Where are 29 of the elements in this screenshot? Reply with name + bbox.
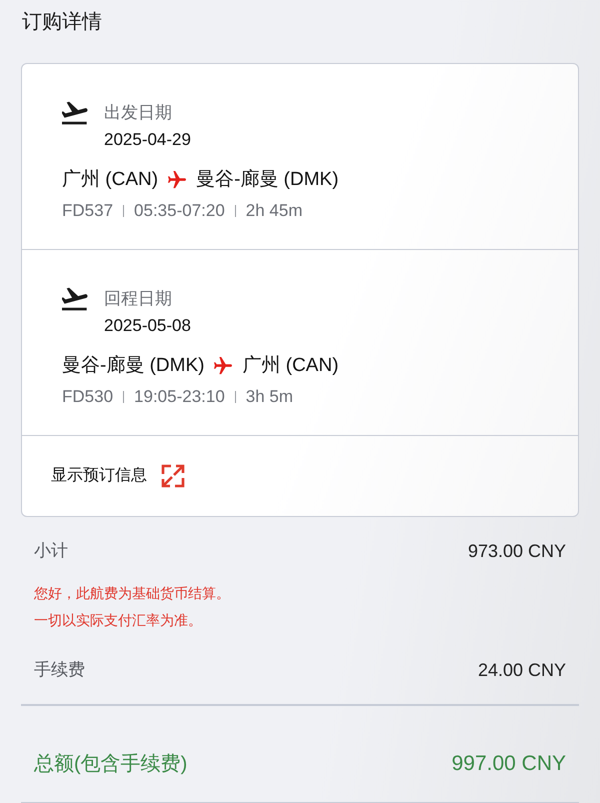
flight-number: FD537 xyxy=(62,200,114,222)
flight-times: 19:05-23:10 xyxy=(134,386,225,408)
page-title: 订购详情 xyxy=(22,10,103,35)
airplane-icon xyxy=(214,357,232,375)
origin-city: 曼谷-廊曼 (DMK) xyxy=(62,354,204,378)
total-label: 总额(包含手续费) xyxy=(34,752,188,777)
flight-duration: 3h 5m xyxy=(246,386,294,408)
flight-number: FD530 xyxy=(62,386,114,408)
total-value: 997.00 CNY xyxy=(452,751,566,777)
flight-duration: 2h 45m xyxy=(246,200,302,222)
origin-city: 广州 (CAN) xyxy=(62,168,158,192)
airplane-takeoff-icon xyxy=(62,286,88,312)
subtotal-label: 小计 xyxy=(34,540,68,562)
currency-notice: 一切以实际支付汇率为准。 xyxy=(34,611,203,630)
fee-value: 24.00 CNY xyxy=(478,659,566,682)
airplane-icon xyxy=(168,171,186,189)
flight-date: 2025-05-08 xyxy=(104,315,191,337)
flight-date: 2025-04-29 xyxy=(104,129,191,151)
subtotal-value: 973.00 CNY xyxy=(468,540,566,563)
flight-times: 05:35-07:20 xyxy=(134,200,225,222)
airplane-takeoff-icon xyxy=(62,100,88,126)
destination-city: 广州 (CAN) xyxy=(242,354,339,378)
date-label: 回程日期 xyxy=(104,288,172,310)
fee-label: 手续费 xyxy=(34,659,85,681)
expand-icon xyxy=(161,464,185,488)
date-label: 出发日期 xyxy=(104,102,172,124)
currency-notice: 您好，此航费为基础货币结算。 xyxy=(34,584,231,603)
destination-city: 曼谷-廊曼 (DMK) xyxy=(196,168,339,192)
show-booking-info-link[interactable]: 显示预订信息 xyxy=(51,464,185,488)
